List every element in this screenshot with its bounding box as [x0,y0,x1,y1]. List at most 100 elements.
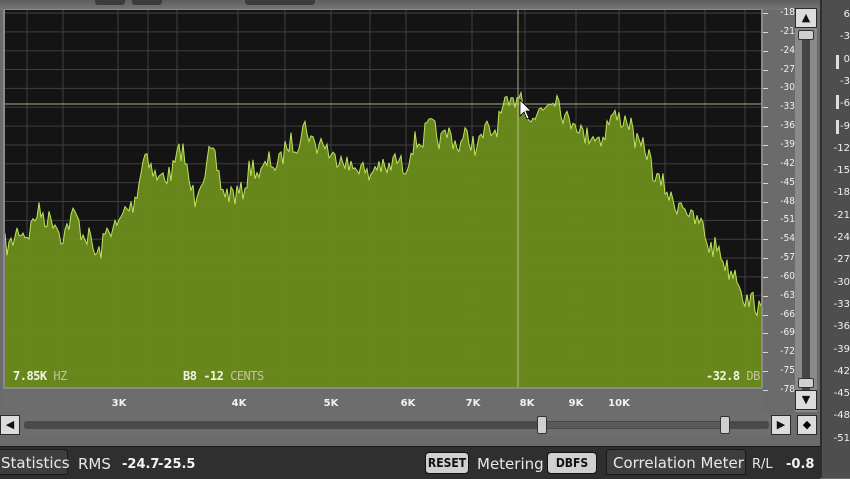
secondary-scale-label: -12 [833,142,850,154]
db-scale: -18 -21 -24 -27 -30 -33 -36 -39 -42 -45 -48 -51 -54 -… [763,0,795,395]
secondary-scale-label: -39 [833,343,850,355]
vertical-range-handle-top[interactable] [798,30,814,40]
secondary-scale-label: -45 [833,388,850,400]
toolbar-button-edge[interactable] [245,0,315,5]
secondary-scale-marker [836,55,839,69]
tab-correlation-meter[interactable]: Correlation Meter [606,449,746,475]
tab-statistics-label: Statistics [1,454,70,472]
secondary-scale-label: -21 [833,209,850,221]
horizontal-visible-range[interactable] [540,422,728,428]
level-unit: DB [746,369,760,383]
frequency-axis-label: 4K [231,398,247,409]
scroll-up-button[interactable]: ▲ [795,8,817,28]
secondary-scale-label: -36 [833,321,850,333]
db-scale-label: -39 [763,139,795,151]
vertical-range-handle-bottom[interactable] [798,378,814,388]
cents-unit: CENTS [230,369,264,383]
db-scale-label: -36 [763,120,795,132]
vertical-scroll-track[interactable] [802,30,810,392]
scroll-down-button[interactable]: ▼ [795,390,817,410]
secondary-scale-label: -6 [840,98,850,110]
status-bar: Statistics RMS -24.7 -25.5 RESET Meterin… [0,446,820,479]
secondary-scale-marker [836,95,839,109]
secondary-scale-label: -27 [833,254,850,266]
toolbar-button-edge[interactable] [132,0,162,5]
tab-statistics[interactable]: Statistics [0,449,70,475]
reset-button[interactable]: RESET [425,452,469,474]
zoom-reset-corner-button[interactable]: ◆ [797,415,817,435]
db-scale-label: -42 [763,158,795,170]
frequency-axis-label: 5K [323,398,339,409]
db-scale-label: -18 [763,7,795,19]
level-readout: -32.8 DB [706,369,760,383]
secondary-meter-scale: 6 -3 0 -3 -6 -9 -12 -15 -18 -21 -24 -27 -30 -33 -36 -39… [820,0,850,478]
secondary-scale-label: -42 [833,365,850,377]
metering-mode-button[interactable]: DBFS [547,452,597,474]
secondary-scale-label: -18 [833,187,850,199]
secondary-scale-label: -33 [833,298,850,310]
tab-correlation-meter-label: Correlation Meter [613,454,744,472]
diamond-icon: ◆ [802,418,812,431]
right-arrow-icon: ▶ [776,418,786,431]
toolbar-button-edge[interactable] [95,0,125,5]
db-scale-label: -75 [763,365,795,377]
left-arrow-icon: ◀ [5,418,15,431]
note-readout: B8 -12 CENTS [183,369,264,383]
secondary-scale-label: -15 [833,165,850,177]
frequency-readout: 7.85K HZ [13,369,67,383]
frequency-axis: 3K 4K 5K 6K 7K 8K 9K 10K [3,390,763,412]
rms-left-value: -24.7 [122,457,160,472]
frequency-unit: HZ [53,369,67,383]
horizontal-scrollbar[interactable]: ◀ ▶ [0,414,795,436]
secondary-scale-label: -9 [840,120,850,132]
db-scale-label: -45 [763,177,795,189]
secondary-scale-label: -48 [833,410,850,422]
metering-label: Metering [477,455,544,473]
rms-label: RMS [78,455,111,473]
db-scale-label: -21 [763,26,795,38]
db-scale-label: -51 [763,214,795,226]
db-scale-label: -63 [763,290,795,302]
db-scale-label: -57 [763,252,795,264]
scroll-left-button[interactable]: ◀ [0,415,20,435]
horizontal-range-handle-left[interactable] [537,416,547,434]
db-scale-label: -33 [763,101,795,113]
secondary-scale-label: -51 [833,432,850,444]
rl-label: R/L [752,457,773,472]
secondary-scale-label: -3 [840,75,850,87]
spectrum-analyzer-display[interactable] [5,10,761,387]
db-scale-label: -48 [763,196,795,208]
scroll-right-button[interactable]: ▶ [771,415,791,435]
db-scale-label: -27 [763,64,795,76]
secondary-scale-label: -30 [833,276,850,288]
frequency-value: 7.85K [13,369,47,383]
db-scale-label: -69 [763,327,795,339]
db-scale-label: -78 [763,384,795,396]
secondary-scale-label: 6 [843,9,850,20]
frequency-axis-label: 6K [400,398,416,409]
secondary-scale-marker [836,120,839,134]
frequency-axis-label: 7K [465,398,481,409]
frequency-axis-label: 8K [519,398,535,409]
vertical-scrollbar[interactable]: ▲ ▼ [795,8,817,412]
db-scale-label: -60 [763,271,795,283]
secondary-scale-label: -3 [840,31,850,43]
rl-value: -0.8 [786,457,815,472]
db-scale-label: -54 [763,233,795,245]
frequency-axis-label: 10K [608,398,630,409]
secondary-scale-label: 0 [843,53,850,65]
level-value: -32.8 [706,369,740,383]
db-scale-label: -72 [763,346,795,358]
frequency-axis-label: 3K [111,398,127,409]
frequency-axis-label: 9K [568,398,584,409]
horizontal-range-handle-right[interactable] [720,416,730,434]
db-scale-label: -66 [763,309,795,321]
cents-value: -12 [203,369,224,383]
secondary-scale-label: -24 [833,232,850,243]
down-arrow-icon: ▼ [801,393,811,406]
db-scale-label: -24 [763,45,795,57]
note-value: B8 [183,369,197,383]
up-arrow-icon: ▲ [801,11,811,24]
db-scale-label: -30 [763,82,795,94]
rms-right-value: -25.5 [158,457,196,472]
